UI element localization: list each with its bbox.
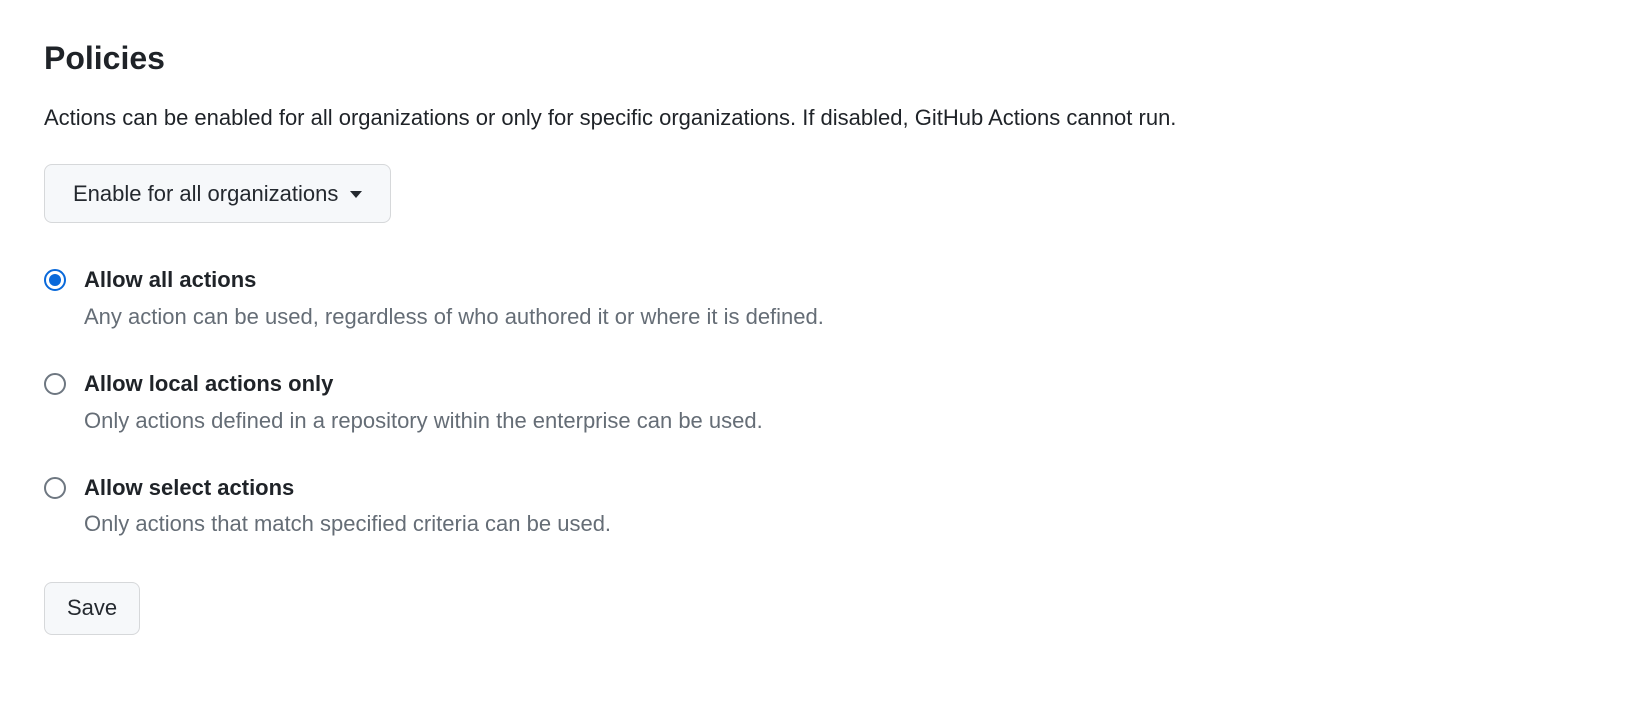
page-title: Policies [44, 40, 1592, 77]
radio-text: Allow all actions Any action can be used… [84, 265, 1592, 333]
radio-text: Allow select actions Only actions that m… [84, 473, 1592, 541]
radio-label-local-only[interactable]: Allow local actions only [84, 369, 1592, 400]
radio-desc-allow-all: Any action can be used, regardless of wh… [84, 300, 1592, 333]
radio-text: Allow local actions only Only actions de… [84, 369, 1592, 437]
scope-dropdown[interactable]: Enable for all organizations [44, 164, 391, 223]
page-description: Actions can be enabled for all organizat… [44, 101, 1592, 134]
scope-dropdown-label: Enable for all organizations [73, 177, 338, 210]
radio-label-select-actions[interactable]: Allow select actions [84, 473, 1592, 504]
radio-allow-all[interactable] [44, 269, 66, 291]
save-button[interactable]: Save [44, 582, 140, 635]
radio-select-actions[interactable] [44, 477, 66, 499]
radio-local-only[interactable] [44, 373, 66, 395]
caret-down-icon [350, 191, 362, 198]
policy-option-local-only: Allow local actions only Only actions de… [44, 369, 1592, 437]
radio-desc-local-only: Only actions defined in a repository wit… [84, 404, 1592, 437]
policy-option-select-actions: Allow select actions Only actions that m… [44, 473, 1592, 541]
radio-desc-select-actions: Only actions that match specified criter… [84, 507, 1592, 540]
policy-option-allow-all: Allow all actions Any action can be used… [44, 265, 1592, 333]
policy-radio-group: Allow all actions Any action can be used… [44, 265, 1592, 540]
radio-label-allow-all[interactable]: Allow all actions [84, 265, 1592, 296]
